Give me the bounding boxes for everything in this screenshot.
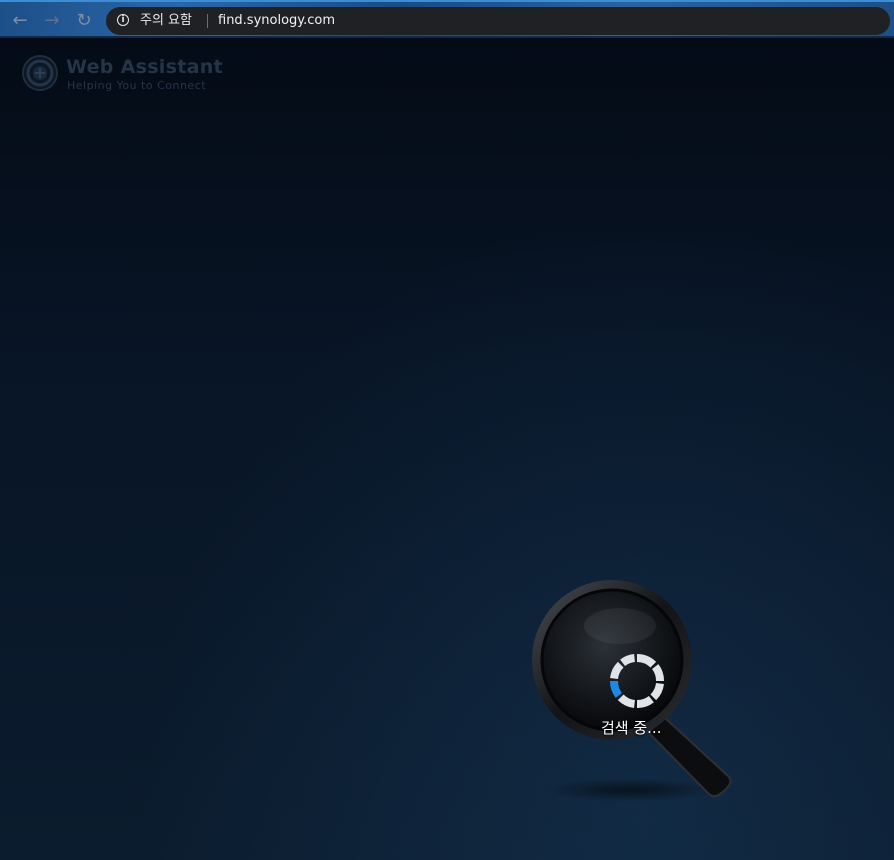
forward-arrow-icon[interactable]: → [41,10,63,32]
web-assistant-logo: Web Assistant Helping You to Connect [22,55,232,95]
address-bar[interactable]: i 주의 요함 find.synology.com [106,7,890,35]
reload-icon[interactable]: ↻ [73,10,95,32]
logo-title: Web Assistant [66,56,223,78]
info-icon[interactable]: i [117,14,129,26]
logo-subtitle: Helping You to Connect [67,79,207,92]
browser-toolbar: ← → ↻ i 주의 요함 find.synology.com [0,0,894,38]
page-content: Web Assistant Helping You to Connect 검색 … [0,38,894,860]
back-arrow-icon[interactable]: ← [9,10,31,32]
loading-spinner [610,654,664,708]
url-text[interactable]: find.synology.com [218,12,335,30]
omnibox-divider [207,14,208,28]
searching-status-label: 검색 중... [601,719,662,737]
magnifier-logo-icon [22,55,58,91]
security-status-label[interactable]: 주의 요함 [140,12,192,30]
